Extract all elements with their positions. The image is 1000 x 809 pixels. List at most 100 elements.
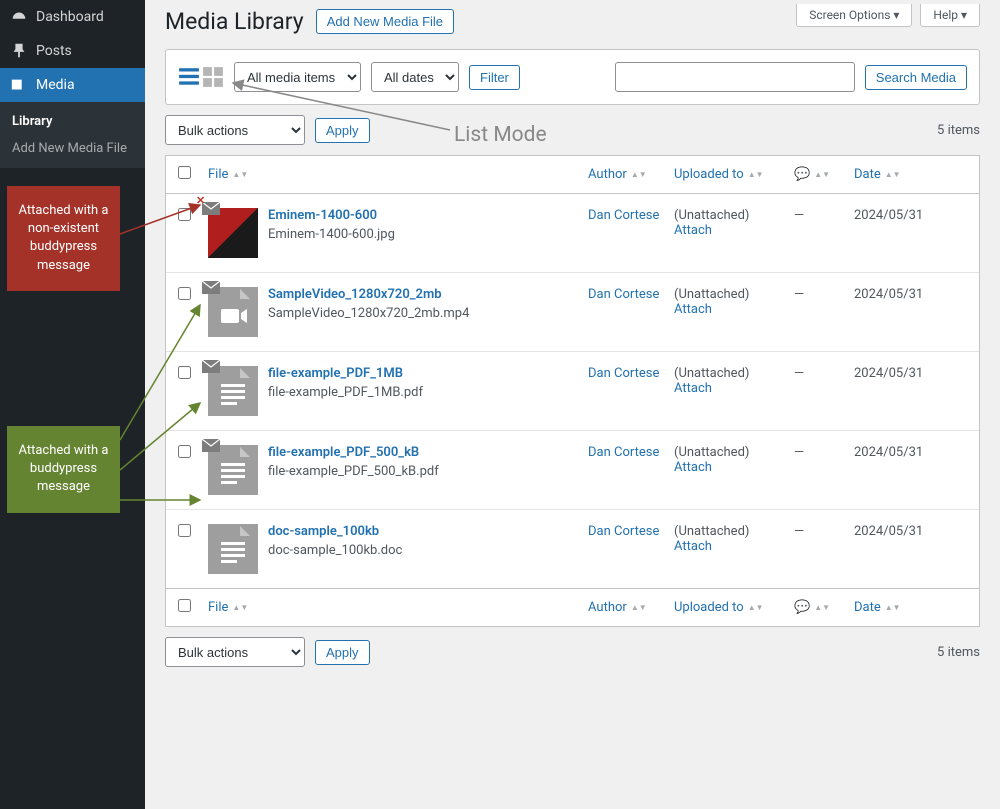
sidebar-sub-library[interactable]: Library	[0, 108, 145, 135]
sidebar-submenu: Library Add New Media File	[0, 102, 145, 168]
media-thumbnail	[208, 208, 258, 258]
media-icon	[10, 76, 28, 94]
envelope-icon	[202, 281, 220, 294]
pin-icon	[10, 42, 28, 60]
media-date: 2024/05/31	[854, 208, 954, 223]
sidebar-sub-add[interactable]: Add New Media File	[0, 135, 145, 162]
sidebar-label: Posts	[36, 43, 72, 59]
comment-count: —	[794, 366, 854, 381]
bulk-action-select-bottom[interactable]: Bulk actions	[165, 637, 305, 667]
attach-link[interactable]: Attach	[674, 539, 712, 554]
media-search-input[interactable]	[615, 62, 855, 92]
grid-view-icon[interactable]	[202, 66, 224, 88]
media-filename: file-example_PDF_500_kB.pdf	[268, 464, 439, 479]
author-link[interactable]: Dan Cortese	[588, 445, 659, 460]
help-button[interactable]: Help ▾	[920, 4, 980, 27]
comment-icon: 💬	[794, 600, 810, 615]
envelope-icon	[202, 439, 220, 452]
date-filter[interactable]: All dates	[371, 62, 459, 92]
table-row: file-example_PDF_500_kB file-example_PDF_…	[166, 431, 979, 510]
media-date: 2024/05/31	[854, 445, 954, 460]
author-link[interactable]: Dan Cortese	[588, 366, 659, 381]
row-checkbox[interactable]	[178, 287, 191, 300]
page-title: Media Library	[165, 8, 304, 35]
row-checkbox[interactable]	[178, 524, 191, 537]
dashboard-icon	[10, 8, 28, 26]
top-options: Screen Options ▾ Help ▾	[796, 4, 980, 27]
select-all-checkbox[interactable]	[178, 166, 191, 179]
media-date: 2024/05/31	[854, 287, 954, 302]
media-title-link[interactable]: file-example_PDF_500_kB	[268, 445, 439, 460]
attach-link[interactable]: Attach	[674, 302, 712, 317]
col-comments[interactable]: 💬▲▼	[794, 600, 830, 615]
media-type-filter[interactable]: All media items	[234, 62, 361, 92]
col-date[interactable]: Date▲▼	[854, 600, 901, 615]
table-header: File▲▼ Author▲▼ Uploaded to▲▼ 💬▲▼ Date▲▼	[166, 156, 979, 194]
bulk-actions-top: Bulk actions Apply 5 items	[165, 115, 980, 145]
media-filename: Eminem-1400-600.jpg	[268, 227, 395, 242]
table-row: doc-sample_100kbdoc-sample_100kb.docDan …	[166, 510, 979, 588]
media-title-link[interactable]: doc-sample_100kb	[268, 524, 402, 539]
attachment-status: (Unattached)	[674, 208, 749, 223]
col-uploaded-to[interactable]: Uploaded to▲▼	[674, 167, 764, 182]
media-thumbnail	[208, 366, 258, 416]
annotation-list-mode-label: List Mode	[454, 123, 547, 147]
sidebar-item-media[interactable]: Media	[0, 68, 145, 102]
row-checkbox[interactable]	[178, 208, 191, 221]
attach-link[interactable]: Attach	[674, 381, 712, 396]
bulk-apply-button-bottom[interactable]: Apply	[315, 640, 370, 665]
callout-nonexistent-message: Attached with a non-existent buddypress …	[7, 186, 120, 291]
col-uploaded-to[interactable]: Uploaded to▲▼	[674, 600, 764, 615]
comment-count: —	[794, 287, 854, 302]
filter-bar: All media items All dates Filter Search …	[165, 49, 980, 105]
author-link[interactable]: Dan Cortese	[588, 524, 659, 539]
bulk-actions-bottom: Bulk actions Apply 5 items	[165, 637, 980, 667]
attachment-status: (Unattached)	[674, 524, 749, 539]
col-author[interactable]: Author▲▼	[588, 167, 647, 182]
item-count-bottom: 5 items	[937, 645, 980, 660]
attachment-status: (Unattached)	[674, 366, 749, 381]
envelope-icon	[202, 360, 220, 373]
attach-link[interactable]: Attach	[674, 223, 712, 238]
search-media-button[interactable]: Search Media	[865, 65, 967, 90]
col-comments[interactable]: 💬▲▼	[794, 167, 830, 182]
media-filename: file-example_PDF_1MB.pdf	[268, 385, 423, 400]
media-table: File▲▼ Author▲▼ Uploaded to▲▼ 💬▲▼ Date▲▼…	[165, 155, 980, 627]
sidebar-item-posts[interactable]: Posts	[0, 34, 145, 68]
add-new-media-button[interactable]: Add New Media File	[316, 9, 454, 34]
row-checkbox[interactable]	[178, 366, 191, 379]
comment-count: —	[794, 208, 854, 223]
attach-link[interactable]: Attach	[674, 460, 712, 475]
table-footer: File▲▼ Author▲▼ Uploaded to▲▼ 💬▲▼ Date▲▼	[166, 588, 979, 626]
comment-count: —	[794, 524, 854, 539]
media-date: 2024/05/31	[854, 524, 954, 539]
select-all-checkbox-bottom[interactable]	[178, 599, 191, 612]
main-content: Screen Options ▾ Help ▾ Media Library Ad…	[145, 0, 1000, 809]
attachment-status: (Unattached)	[674, 287, 749, 302]
col-file[interactable]: File▲▼	[208, 600, 248, 615]
comment-icon: 💬	[794, 167, 810, 182]
media-title-link[interactable]: Eminem-1400-600	[268, 208, 395, 223]
author-link[interactable]: Dan Cortese	[588, 208, 659, 223]
col-date[interactable]: Date▲▼	[854, 167, 901, 182]
media-filename: SampleVideo_1280x720_2mb.mp4	[268, 306, 469, 321]
media-date: 2024/05/31	[854, 366, 954, 381]
media-title-link[interactable]: file-example_PDF_1MB	[268, 366, 423, 381]
bulk-apply-button[interactable]: Apply	[315, 118, 370, 143]
filter-button[interactable]: Filter	[469, 65, 520, 90]
media-thumbnail	[208, 287, 258, 337]
sidebar-label: Dashboard	[36, 9, 104, 25]
col-file[interactable]: File▲▼	[208, 167, 248, 182]
row-checkbox[interactable]	[178, 445, 191, 458]
comment-count: —	[794, 445, 854, 460]
media-thumbnail	[208, 524, 258, 574]
sidebar-item-dashboard[interactable]: Dashboard	[0, 0, 145, 34]
table-row: file-example_PDF_1MB file-example_PDF_1MB…	[166, 352, 979, 431]
screen-options-button[interactable]: Screen Options ▾	[796, 4, 912, 27]
media-title-link[interactable]: SampleVideo_1280x720_2mb	[268, 287, 469, 302]
author-link[interactable]: Dan Cortese	[588, 287, 659, 302]
bulk-action-select[interactable]: Bulk actions	[165, 115, 305, 145]
col-author[interactable]: Author▲▼	[588, 600, 647, 615]
list-view-icon[interactable]	[178, 66, 200, 88]
item-count: 5 items	[937, 123, 980, 138]
